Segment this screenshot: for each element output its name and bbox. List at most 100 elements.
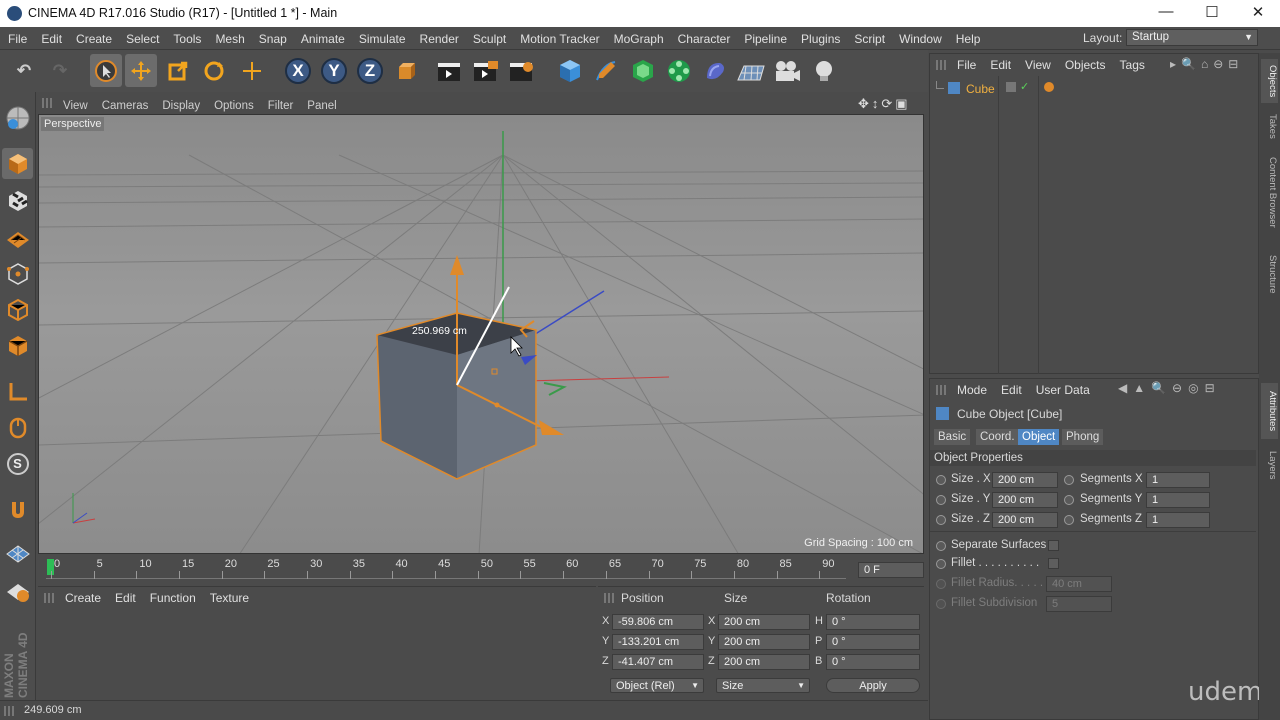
menu-window[interactable]: Window: [892, 32, 949, 46]
objects-menu-objects[interactable]: Objects: [1058, 58, 1113, 72]
segments-z-animate-icon[interactable]: [1064, 515, 1074, 525]
select-tool-icon[interactable]: [90, 54, 122, 87]
menu-help[interactable]: Help: [949, 32, 988, 46]
floor-environment-icon[interactable]: [735, 54, 767, 87]
size-mode-select[interactable]: Size ▼: [716, 678, 810, 693]
make-editable-icon[interactable]: [2, 102, 33, 133]
light-icon[interactable]: [808, 54, 840, 87]
workplane-mode-icon[interactable]: [2, 222, 33, 253]
segments-x-animate-icon[interactable]: [1064, 475, 1074, 485]
menu-motion-tracker[interactable]: Motion Tracker: [513, 32, 606, 46]
deformer-icon[interactable]: [699, 54, 731, 87]
model-mode-icon[interactable]: [2, 148, 33, 179]
size-z-input[interactable]: 200 cm: [992, 512, 1058, 528]
checkmark-icon[interactable]: ✓: [1020, 80, 1029, 93]
viewport-menu-filter[interactable]: Filter: [261, 100, 301, 112]
viewport-menu-panel[interactable]: Panel: [300, 100, 343, 112]
close-button[interactable]: ✕: [1243, 3, 1273, 21]
menu-create[interactable]: Create: [69, 32, 119, 46]
separate-surfaces-checkbox[interactable]: [1048, 540, 1059, 551]
rotation-b-field[interactable]: 0 °: [826, 654, 920, 670]
subdivision-surface-icon[interactable]: [627, 54, 659, 87]
viewport-menu-display[interactable]: Display: [155, 100, 207, 112]
redo-icon[interactable]: ↷: [44, 54, 76, 87]
attributes-menu-edit[interactable]: Edit: [994, 383, 1029, 397]
position-y-field[interactable]: -133.201 cm: [612, 634, 704, 650]
side-tab-attributes[interactable]: Attributes: [1261, 383, 1278, 439]
segments-z-input[interactable]: 1: [1146, 512, 1210, 528]
move-tool-icon[interactable]: [125, 54, 157, 87]
points-mode-icon[interactable]: [2, 258, 33, 289]
side-tab-content-browser[interactable]: Content Browser: [1261, 149, 1278, 235]
undo-icon[interactable]: ↶: [8, 54, 40, 87]
minimize-button[interactable]: —: [1151, 3, 1181, 20]
rotation-p-field[interactable]: 0 °: [826, 634, 920, 650]
segments-x-input[interactable]: 1: [1146, 472, 1210, 488]
menu-simulate[interactable]: Simulate: [352, 32, 413, 46]
tab-basic[interactable]: Basic: [934, 429, 971, 445]
pen-spline-icon[interactable]: [590, 54, 622, 87]
material-menu-texture[interactable]: Texture: [203, 591, 256, 605]
objects-menu-edit[interactable]: Edit: [983, 58, 1018, 72]
viewport-menu-cameras[interactable]: Cameras: [95, 100, 156, 112]
material-menu-create[interactable]: Create: [58, 591, 108, 605]
timeline[interactable]: 0 5 10 15 20 25 30 35 40 45 50 55 60 65 70 75 80 85 90 0 F: [38, 555, 924, 582]
menu-render[interactable]: Render: [413, 32, 466, 46]
side-tab-objects[interactable]: Objects: [1261, 59, 1278, 103]
menu-pipeline[interactable]: Pipeline: [737, 32, 794, 46]
size-y-animate-icon[interactable]: [936, 495, 946, 505]
workplane-lock-icon[interactable]: [2, 576, 33, 607]
position-z-field[interactable]: -41.407 cm: [612, 654, 704, 670]
objects-menu-view[interactable]: View: [1018, 58, 1058, 72]
object-name[interactable]: Cube: [966, 82, 995, 96]
apply-button[interactable]: Apply: [826, 678, 920, 693]
menu-select[interactable]: Select: [119, 32, 166, 46]
objects-toolbar-icons[interactable]: ▸🔍⌂⊖⊟: [1170, 57, 1243, 71]
attributes-menu-user-data[interactable]: User Data: [1029, 383, 1097, 397]
current-frame-field[interactable]: 0 F: [858, 562, 924, 578]
objects-menu-file[interactable]: File: [950, 58, 983, 72]
y-axis-lock-icon[interactable]: Y: [318, 54, 350, 87]
menu-edit[interactable]: Edit: [34, 32, 69, 46]
perspective-viewport[interactable]: Perspective 250.969 cm Grid Spacing : 10…: [38, 114, 924, 554]
tab-coord[interactable]: Coord.: [976, 429, 1019, 445]
render-settings-icon[interactable]: [506, 54, 538, 87]
tab-object[interactable]: Object: [1018, 429, 1060, 445]
solo-grid-icon[interactable]: [2, 538, 33, 569]
render-picture-viewer-icon[interactable]: [470, 54, 502, 87]
size-z-animate-icon[interactable]: [936, 515, 946, 525]
attributes-toolbar-icons[interactable]: ◀▲🔍⊖◎⊟: [1118, 381, 1221, 395]
menu-snap[interactable]: Snap: [252, 32, 294, 46]
menu-mograph[interactable]: MoGraph: [607, 32, 671, 46]
material-menu-edit[interactable]: Edit: [108, 591, 143, 605]
side-tab-structure[interactable]: Structure: [1261, 249, 1278, 299]
x-axis-lock-icon[interactable]: X: [282, 54, 314, 87]
menu-tools[interactable]: Tools: [166, 32, 208, 46]
position-x-field[interactable]: -59.806 cm: [612, 614, 704, 630]
segments-y-input[interactable]: 1: [1146, 492, 1210, 508]
coordinate-mode-select[interactable]: Object (Rel) ▼: [610, 678, 704, 693]
size-x-field[interactable]: 200 cm: [718, 614, 810, 630]
attributes-menu-mode[interactable]: Mode: [950, 383, 994, 397]
maximize-button[interactable]: ☐: [1197, 3, 1227, 21]
live-selection-icon[interactable]: [236, 54, 268, 87]
z-axis-lock-icon[interactable]: Z: [354, 54, 386, 87]
separate-surfaces-animate-icon[interactable]: [936, 541, 946, 551]
viewport-menu-options[interactable]: Options: [207, 100, 261, 112]
camera-icon[interactable]: [771, 54, 803, 87]
rotation-h-field[interactable]: 0 °: [826, 614, 920, 630]
fillet-animate-icon[interactable]: [936, 559, 946, 569]
tweak-mode-icon[interactable]: [2, 412, 33, 443]
axis-mode-icon[interactable]: [2, 376, 33, 407]
texture-mode-icon[interactable]: [2, 185, 33, 216]
objects-menu-tags[interactable]: Tags: [1113, 58, 1152, 72]
render-view-icon[interactable]: [434, 54, 466, 87]
size-y-field[interactable]: 200 cm: [718, 634, 810, 650]
size-z-field[interactable]: 200 cm: [718, 654, 810, 670]
magnet-icon[interactable]: [2, 494, 33, 525]
cloner-icon[interactable]: [663, 54, 695, 87]
menu-script[interactable]: Script: [847, 32, 892, 46]
object-row-cube[interactable]: Cube ✓: [936, 81, 1266, 97]
size-x-input[interactable]: 200 cm: [992, 472, 1058, 488]
tag-icon[interactable]: [1044, 82, 1054, 92]
